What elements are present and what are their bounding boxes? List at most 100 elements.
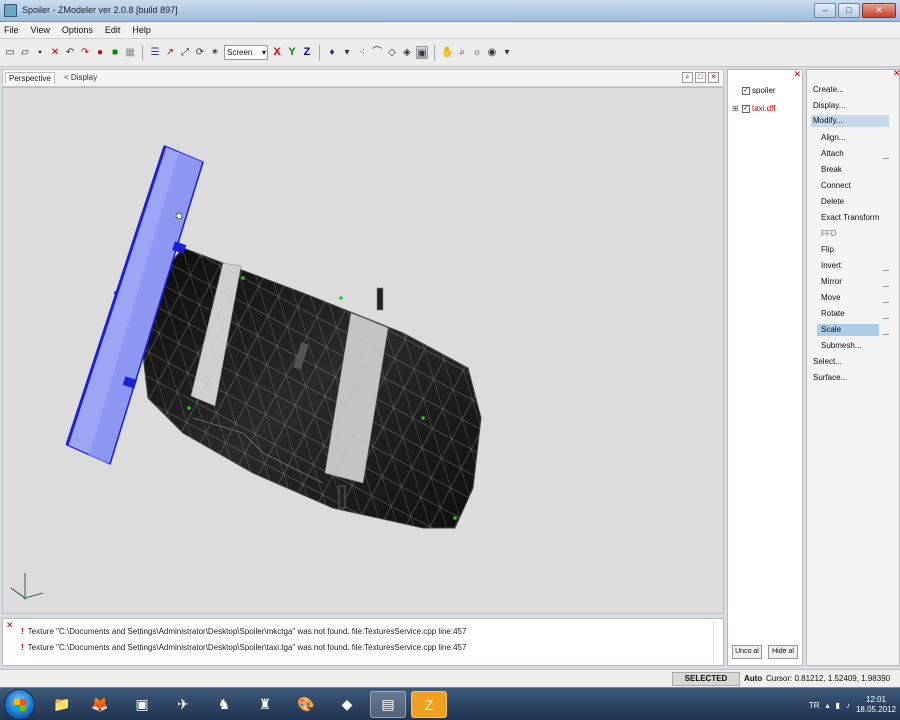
paint-taskbar-icon[interactable]: 🎨 [288,691,324,718]
app-taskbar-icon[interactable]: ▤ [370,691,406,718]
vertex-mode-icon[interactable]: ⁖ [356,46,368,59]
volume-icon[interactable]: ♪ [846,701,850,710]
cmd-delete[interactable]: Delete [821,196,844,208]
network-icon[interactable]: ▮ [836,701,840,710]
options-indicator [883,302,889,303]
hide-all-button[interactable]: Hide al [768,645,798,659]
game-taskbar-icon[interactable]: ♜ [247,691,283,718]
delete-icon[interactable]: ✕ [49,46,61,59]
warning-icon: ! [21,643,24,652]
cursor-coordinates: Cursor: 0.81212, 1.52409, 1.98390 [766,674,891,683]
unhide-all-button[interactable]: Unco al [732,645,762,659]
face-mode-icon[interactable]: ◇ [386,46,398,59]
menu-file[interactable]: File [4,25,19,35]
zoom-tool-icon[interactable]: ⌕ [456,46,468,59]
viewport-perspective[interactable] [2,87,724,614]
menu-options[interactable]: Options [62,25,93,35]
cmd-exact-transform[interactable]: Exact Transform [821,212,879,224]
language-indicator[interactable]: TR [809,701,820,710]
open-file-icon[interactable]: ▱ [19,46,31,59]
cmd-break[interactable]: Break [821,164,842,176]
minimize-button[interactable]: – [814,3,836,18]
render-icon[interactable]: ● [94,46,106,59]
maximize-button[interactable]: □ [838,3,860,18]
cmd-mirror[interactable]: Mirror [821,276,842,288]
cmd-connect[interactable]: Connect [821,180,851,192]
close-panel-icon[interactable]: ✕ [793,69,801,80]
tab-perspective[interactable]: Perspective [5,72,55,84]
coordinate-system-select[interactable]: Screen [224,45,268,60]
edge-mode-icon[interactable]: ⌒ [371,46,383,59]
cmd-scale[interactable]: Scale [817,324,879,336]
cmd-rotate[interactable]: Rotate [821,308,845,320]
zoom-viewport-icon[interactable]: ⌕ [682,72,693,83]
select-icon[interactable]: ↗ [164,46,176,59]
cmd-ffd[interactable]: FFD [821,228,837,240]
visibility-checkbox[interactable]: ✓ [742,86,750,95]
selection-mode-indicator[interactable]: SELECTED MODE [672,672,740,695]
cmd-attach[interactable]: Attach [821,148,844,160]
app-taskbar-icon[interactable]: ◆ [329,691,365,718]
pivot-icon[interactable]: ♦ [326,46,338,59]
tree-item-spoiler[interactable]: ✓ spoiler [732,86,776,95]
toolbar-divider [434,44,435,61]
material-icon[interactable]: ■ [109,46,121,59]
tray-arrow-icon[interactable]: ▴ [826,701,830,710]
move-tool-icon[interactable]: ⤢ [179,46,191,59]
cmd-invert[interactable]: Invert [821,260,841,272]
cmd-submesh[interactable]: Submesh... [821,340,861,352]
light-icon[interactable]: ☼ [471,46,483,59]
menu-edit[interactable]: Edit [105,25,121,35]
car-model-taxi[interactable] [140,247,482,529]
cmd-flip[interactable]: Flip [821,244,834,256]
axis-z-toggle[interactable]: Z [301,46,313,59]
app-taskbar-icon[interactable]: ✈ [165,691,201,718]
options-indicator [883,318,889,319]
window-title: Spoiler - ZModeler ver 2.0.8 [build 897] [22,5,178,15]
visibility-checkbox[interactable]: ✓ [742,104,750,113]
cmd-surface[interactable]: Surface... [813,372,847,384]
text-list-icon[interactable]: ☰ [149,46,161,59]
maximize-viewport-icon[interactable]: □ [695,72,706,83]
expand-plus-icon[interactable]: ⊞ [732,104,740,113]
close-panel-icon[interactable]: ✕ [893,68,900,79]
cmd-display[interactable]: Display... [813,100,845,112]
app-taskbar-icon[interactable]: ▣ [124,691,160,718]
clock-time: 12:01 [865,695,886,704]
group-mode-icon[interactable]: ▣ [416,46,428,59]
menu-help[interactable]: Help [132,25,151,35]
scale-tool-icon[interactable]: ✶ [209,46,221,59]
clock[interactable]: 12:01 18.05.2012 [856,695,896,715]
cmd-align[interactable]: Align... [821,132,845,144]
log-scrollbar[interactable] [713,621,721,663]
tab-display[interactable]: < Display [61,72,100,83]
start-button[interactable] [4,689,35,720]
uv-mapper-icon[interactable]: ▦ [124,46,136,59]
close-panel-icon[interactable]: ✕ [6,620,14,631]
game-taskbar-icon[interactable]: ♞ [206,691,242,718]
redo-icon[interactable]: ↷ [79,46,91,59]
new-file-icon[interactable]: ▭ [4,46,16,59]
explorer-taskbar-icon[interactable]: 📁 [44,691,80,718]
more-tools-icon[interactable]: ▾ [501,46,513,59]
hand-tool-icon[interactable]: ✋ [441,46,453,59]
close-viewport-icon[interactable]: ✕ [708,72,719,83]
zmodeler-taskbar-icon[interactable]: Z [411,691,447,718]
axis-x-toggle[interactable]: X [271,46,283,59]
camera-icon[interactable]: ◉ [486,46,498,59]
cmd-move[interactable]: Move [821,292,841,304]
scene-render [10,145,482,600]
menu-view[interactable]: View [31,25,50,35]
save-icon[interactable]: ▪ [34,46,46,59]
close-button[interactable]: ✕ [862,3,896,18]
object-mode-icon[interactable]: ◈ [401,46,413,59]
cmd-create[interactable]: Create... [813,84,844,96]
undo-icon[interactable]: ↶ [64,46,76,59]
cmd-modify[interactable]: Modify... [811,115,889,127]
rotate-tool-icon[interactable]: ⟳ [194,46,206,59]
firefox-taskbar-icon[interactable]: 🦊 [82,691,118,718]
dropdown-arrow-icon[interactable]: ▾ [341,46,353,59]
axis-y-toggle[interactable]: Y [286,46,298,59]
cmd-select[interactable]: Select... [813,356,842,368]
tree-item-taxi[interactable]: ⊞ ✓ taxi.dff [732,104,775,113]
